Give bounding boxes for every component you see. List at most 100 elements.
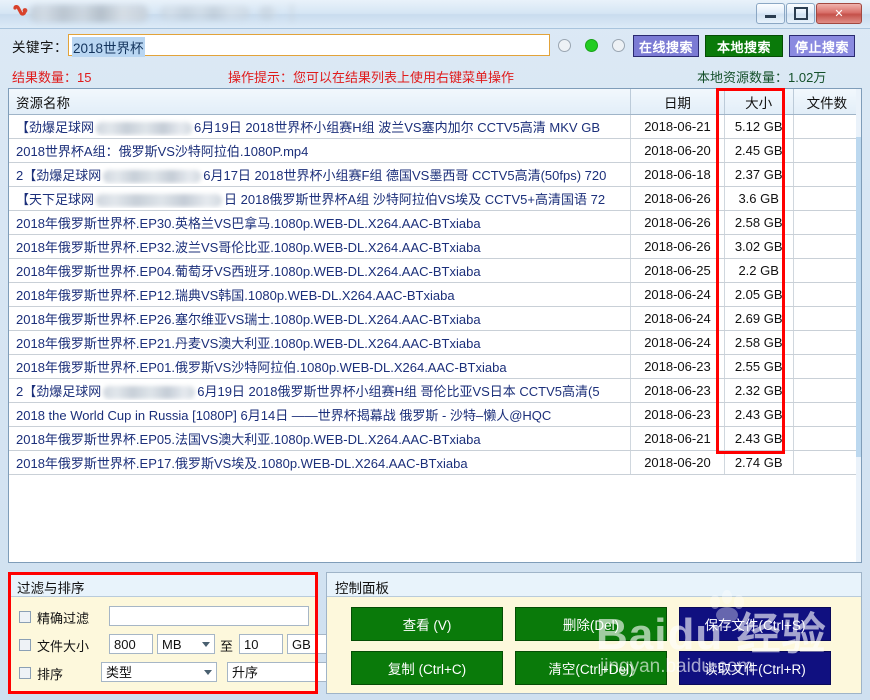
application-window: ✕ 关键字： 2018世界杯 在线搜索 本地搜索 停止搜索 结果数量：15 操作… — [0, 0, 870, 700]
file-size-row: 文件大小 — [19, 635, 89, 655]
keyword-input[interactable]: 2018世界杯 — [68, 34, 550, 56]
resource-name-text: 【劲爆足球网6月19日 2018世界杯小组赛H组 波兰VS塞内加尔 CCTV5高… — [16, 117, 629, 136]
keyword-input-value: 2018世界杯 — [72, 37, 145, 57]
result-list: 资源名称 日期 大小 文件数 【劲爆足球网6月19日 2018世界杯小组赛H组 … — [8, 88, 862, 563]
table-row[interactable]: 2018年俄罗斯世界杯.EP05.法国VS澳大利亚.1080p.WEB-DL.X… — [9, 427, 861, 451]
cell-file-count — [793, 115, 860, 139]
cell-resource-name[interactable]: 2018世界杯A组：俄罗斯VS沙特阿拉伯.1080P.mp4 — [9, 139, 631, 163]
table-row[interactable]: 2【劲爆足球网6月19日 2018俄罗斯世界杯小组赛H组 哥伦比亚VS日本 CC… — [9, 379, 861, 403]
cell-date: 2018-06-26 — [631, 187, 724, 211]
cell-size: 2.2 GB — [724, 259, 793, 283]
table-row[interactable]: 2018年俄罗斯世界杯.EP01.俄罗斯VS沙特阿拉伯.1080p.WEB-DL… — [9, 355, 861, 379]
control-button-1[interactable]: 查看 (V) — [351, 607, 503, 641]
cell-file-count — [793, 259, 860, 283]
close-button[interactable]: ✕ — [816, 3, 862, 24]
table-row[interactable]: 2018年俄罗斯世界杯.EP26.塞尔维亚VS瑞士.1080p.WEB-DL.X… — [9, 307, 861, 331]
stop-search-button[interactable]: 停止搜索 — [789, 35, 855, 57]
maximize-button[interactable] — [786, 3, 815, 24]
resource-name-text: 2018年俄罗斯世界杯.EP04.葡萄牙VS西班牙.1080p.WEB-DL.X… — [16, 261, 629, 280]
cell-date: 2018-06-23 — [631, 403, 724, 427]
redacted-text-blur — [96, 194, 222, 207]
cell-resource-name[interactable]: 2018年俄罗斯世界杯.EP04.葡萄牙VS西班牙.1080p.WEB-DL.X… — [9, 259, 631, 283]
table-row[interactable]: 2018年俄罗斯世界杯.EP32.波兰VS哥伦比亚.1080p.WEB-DL.X… — [9, 235, 861, 259]
table-row[interactable]: 2018 the World Cup in Russia [1080P] 6月1… — [9, 403, 861, 427]
table-row[interactable]: 2018年俄罗斯世界杯.EP30.英格兰VS巴拿马.1080p.WEB-DL.X… — [9, 211, 861, 235]
list-vertical-scrollbar[interactable] — [856, 89, 861, 562]
filter-panel-title: 过滤与排序 — [9, 573, 317, 597]
cell-resource-name[interactable]: 2018年俄罗斯世界杯.EP05.法国VS澳大利亚.1080p.WEB-DL.X… — [9, 427, 631, 451]
cell-date: 2018-06-26 — [631, 211, 724, 235]
exact-filter-input[interactable] — [109, 606, 309, 626]
cell-size: 2.74 GB — [724, 451, 793, 475]
sort-checkbox[interactable] — [19, 667, 31, 679]
control-button-5[interactable]: 清空(Ctrl+Del) — [515, 651, 667, 685]
cell-resource-name[interactable]: 2018年俄罗斯世界杯.EP17.俄罗斯VS埃及.1080p.WEB-DL.X2… — [9, 451, 631, 475]
column-header-date[interactable]: 日期 — [631, 89, 724, 115]
table-row[interactable]: 【劲爆足球网6月19日 2018世界杯小组赛H组 波兰VS塞内加尔 CCTV5高… — [9, 115, 861, 139]
table-row[interactable]: 2018年俄罗斯世界杯.EP12.瑞典VS韩国.1080p.WEB-DL.X26… — [9, 283, 861, 307]
title-bar: ✕ — [0, 0, 870, 29]
resource-name-text: 2018年俄罗斯世界杯.EP05.法国VS澳大利亚.1080p.WEB-DL.X… — [16, 429, 629, 448]
cell-resource-name[interactable]: 2018年俄罗斯世界杯.EP01.俄罗斯VS沙特阿拉伯.1080p.WEB-DL… — [9, 355, 631, 379]
cell-resource-name[interactable]: 2018年俄罗斯世界杯.EP30.英格兰VS巴拿马.1080p.WEB-DL.X… — [9, 211, 631, 235]
minimize-button[interactable] — [756, 3, 785, 24]
size-max-unit-value: GB — [292, 637, 311, 652]
table-row[interactable]: 2018世界杯A组：俄罗斯VS沙特阿拉伯.1080P.mp42018-06-20… — [9, 139, 861, 163]
cell-resource-name[interactable]: 2018年俄罗斯世界杯.EP12.瑞典VS韩国.1080p.WEB-DL.X26… — [9, 283, 631, 307]
cell-resource-name[interactable]: 2【劲爆足球网6月17日 2018世界杯小组赛F组 德国VS墨西哥 CCTV5高… — [9, 163, 631, 187]
control-button-4[interactable]: 复制 (Ctrl+C) — [351, 651, 503, 685]
cell-file-count — [793, 451, 860, 475]
control-button-2[interactable]: 删除(Del) — [515, 607, 667, 641]
table-row[interactable]: 2018年俄罗斯世界杯.EP04.葡萄牙VS西班牙.1080p.WEB-DL.X… — [9, 259, 861, 283]
cell-file-count — [793, 379, 860, 403]
cell-file-count — [793, 211, 860, 235]
resource-name-text: 2018年俄罗斯世界杯.EP30.英格兰VS巴拿马.1080p.WEB-DL.X… — [16, 213, 629, 232]
window-title-blurred-tail — [290, 4, 294, 22]
resource-name-text: 2018年俄罗斯世界杯.EP26.塞尔维亚VS瑞士.1080p.WEB-DL.X… — [16, 309, 629, 328]
cell-file-count — [793, 235, 860, 259]
cell-resource-name[interactable]: 2018 the World Cup in Russia [1080P] 6月1… — [9, 403, 631, 427]
cell-date: 2018-06-20 — [631, 451, 724, 475]
online-search-button[interactable]: 在线搜索 — [633, 35, 699, 57]
window-title-blurred — [30, 5, 148, 22]
cell-resource-name[interactable]: 2018年俄罗斯世界杯.EP21.丹麦VS澳大利亚.1080p.WEB-DL.X… — [9, 331, 631, 355]
keyword-label: 关键字： — [12, 36, 68, 56]
cell-size: 2.37 GB — [724, 163, 793, 187]
table-row[interactable]: 2018年俄罗斯世界杯.EP17.俄罗斯VS埃及.1080p.WEB-DL.X2… — [9, 451, 861, 475]
size-max-input[interactable]: 10 — [239, 634, 283, 654]
filter-and-sort-panel: 过滤与排序 精确过滤 文件大小 800 MB 至 10 GB 排序 类型 升序 — [8, 572, 318, 694]
size-min-input[interactable]: 800 — [109, 634, 153, 654]
column-header-files[interactable]: 文件数 — [793, 89, 860, 115]
cell-file-count — [793, 163, 860, 187]
control-button-6[interactable]: 读取文件(Ctrl+R) — [679, 651, 831, 685]
control-button-3[interactable]: 保存文件(Ctrl+S) — [679, 607, 831, 641]
cell-size: 2.58 GB — [724, 331, 793, 355]
table-row[interactable]: 2【劲爆足球网6月17日 2018世界杯小组赛F组 德国VS墨西哥 CCTV5高… — [9, 163, 861, 187]
cell-resource-name[interactable]: 2【劲爆足球网6月19日 2018俄罗斯世界杯小组赛H组 哥伦比亚VS日本 CC… — [9, 379, 631, 403]
column-header-size[interactable]: 大小 — [724, 89, 793, 115]
size-min-unit-select[interactable]: MB — [157, 634, 215, 654]
exact-filter-checkbox[interactable] — [19, 611, 31, 623]
cell-resource-name[interactable]: 【天下足球网日 2018俄罗斯世界杯A组 沙特阿拉伯VS埃及 CCTV5+高清国… — [9, 187, 631, 211]
sort-field-select[interactable]: 类型 — [101, 662, 217, 682]
result-table: 资源名称 日期 大小 文件数 【劲爆足球网6月19日 2018世界杯小组赛H组 … — [9, 89, 861, 475]
resource-name-text: 2018年俄罗斯世界杯.EP01.俄罗斯VS沙特阿拉伯.1080p.WEB-DL… — [16, 357, 629, 376]
cell-file-count — [793, 403, 860, 427]
file-size-checkbox[interactable] — [19, 639, 31, 651]
resource-name-text: 2018年俄罗斯世界杯.EP17.俄罗斯VS埃及.1080p.WEB-DL.X2… — [16, 453, 629, 472]
table-row[interactable]: 【天下足球网日 2018俄罗斯世界杯A组 沙特阿拉伯VS埃及 CCTV5+高清国… — [9, 187, 861, 211]
local-resource-count-label: 本地资源数量：1.02万 — [697, 67, 826, 86]
cell-resource-name[interactable]: 【劲爆足球网6月19日 2018世界杯小组赛H组 波兰VS塞内加尔 CCTV5高… — [9, 115, 631, 139]
resource-name-text: 2018年俄罗斯世界杯.EP32.波兰VS哥伦比亚.1080p.WEB-DL.X… — [16, 237, 629, 256]
column-header-name[interactable]: 资源名称 — [9, 89, 631, 115]
result-count-label: 结果数量：15 — [12, 67, 91, 86]
scrollbar-thumb[interactable] — [856, 137, 861, 457]
table-row[interactable]: 2018年俄罗斯世界杯.EP21.丹麦VS澳大利亚.1080p.WEB-DL.X… — [9, 331, 861, 355]
window-title-blurred-extra — [258, 6, 276, 20]
window-subtitle-blurred — [160, 6, 250, 20]
cell-resource-name[interactable]: 2018年俄罗斯世界杯.EP32.波兰VS哥伦比亚.1080p.WEB-DL.X… — [9, 235, 631, 259]
local-search-button[interactable]: 本地搜索 — [705, 35, 783, 57]
redacted-text-blur — [103, 386, 195, 399]
table-header-row: 资源名称 日期 大小 文件数 — [9, 89, 861, 115]
cell-resource-name[interactable]: 2018年俄罗斯世界杯.EP26.塞尔维亚VS瑞士.1080p.WEB-DL.X… — [9, 307, 631, 331]
